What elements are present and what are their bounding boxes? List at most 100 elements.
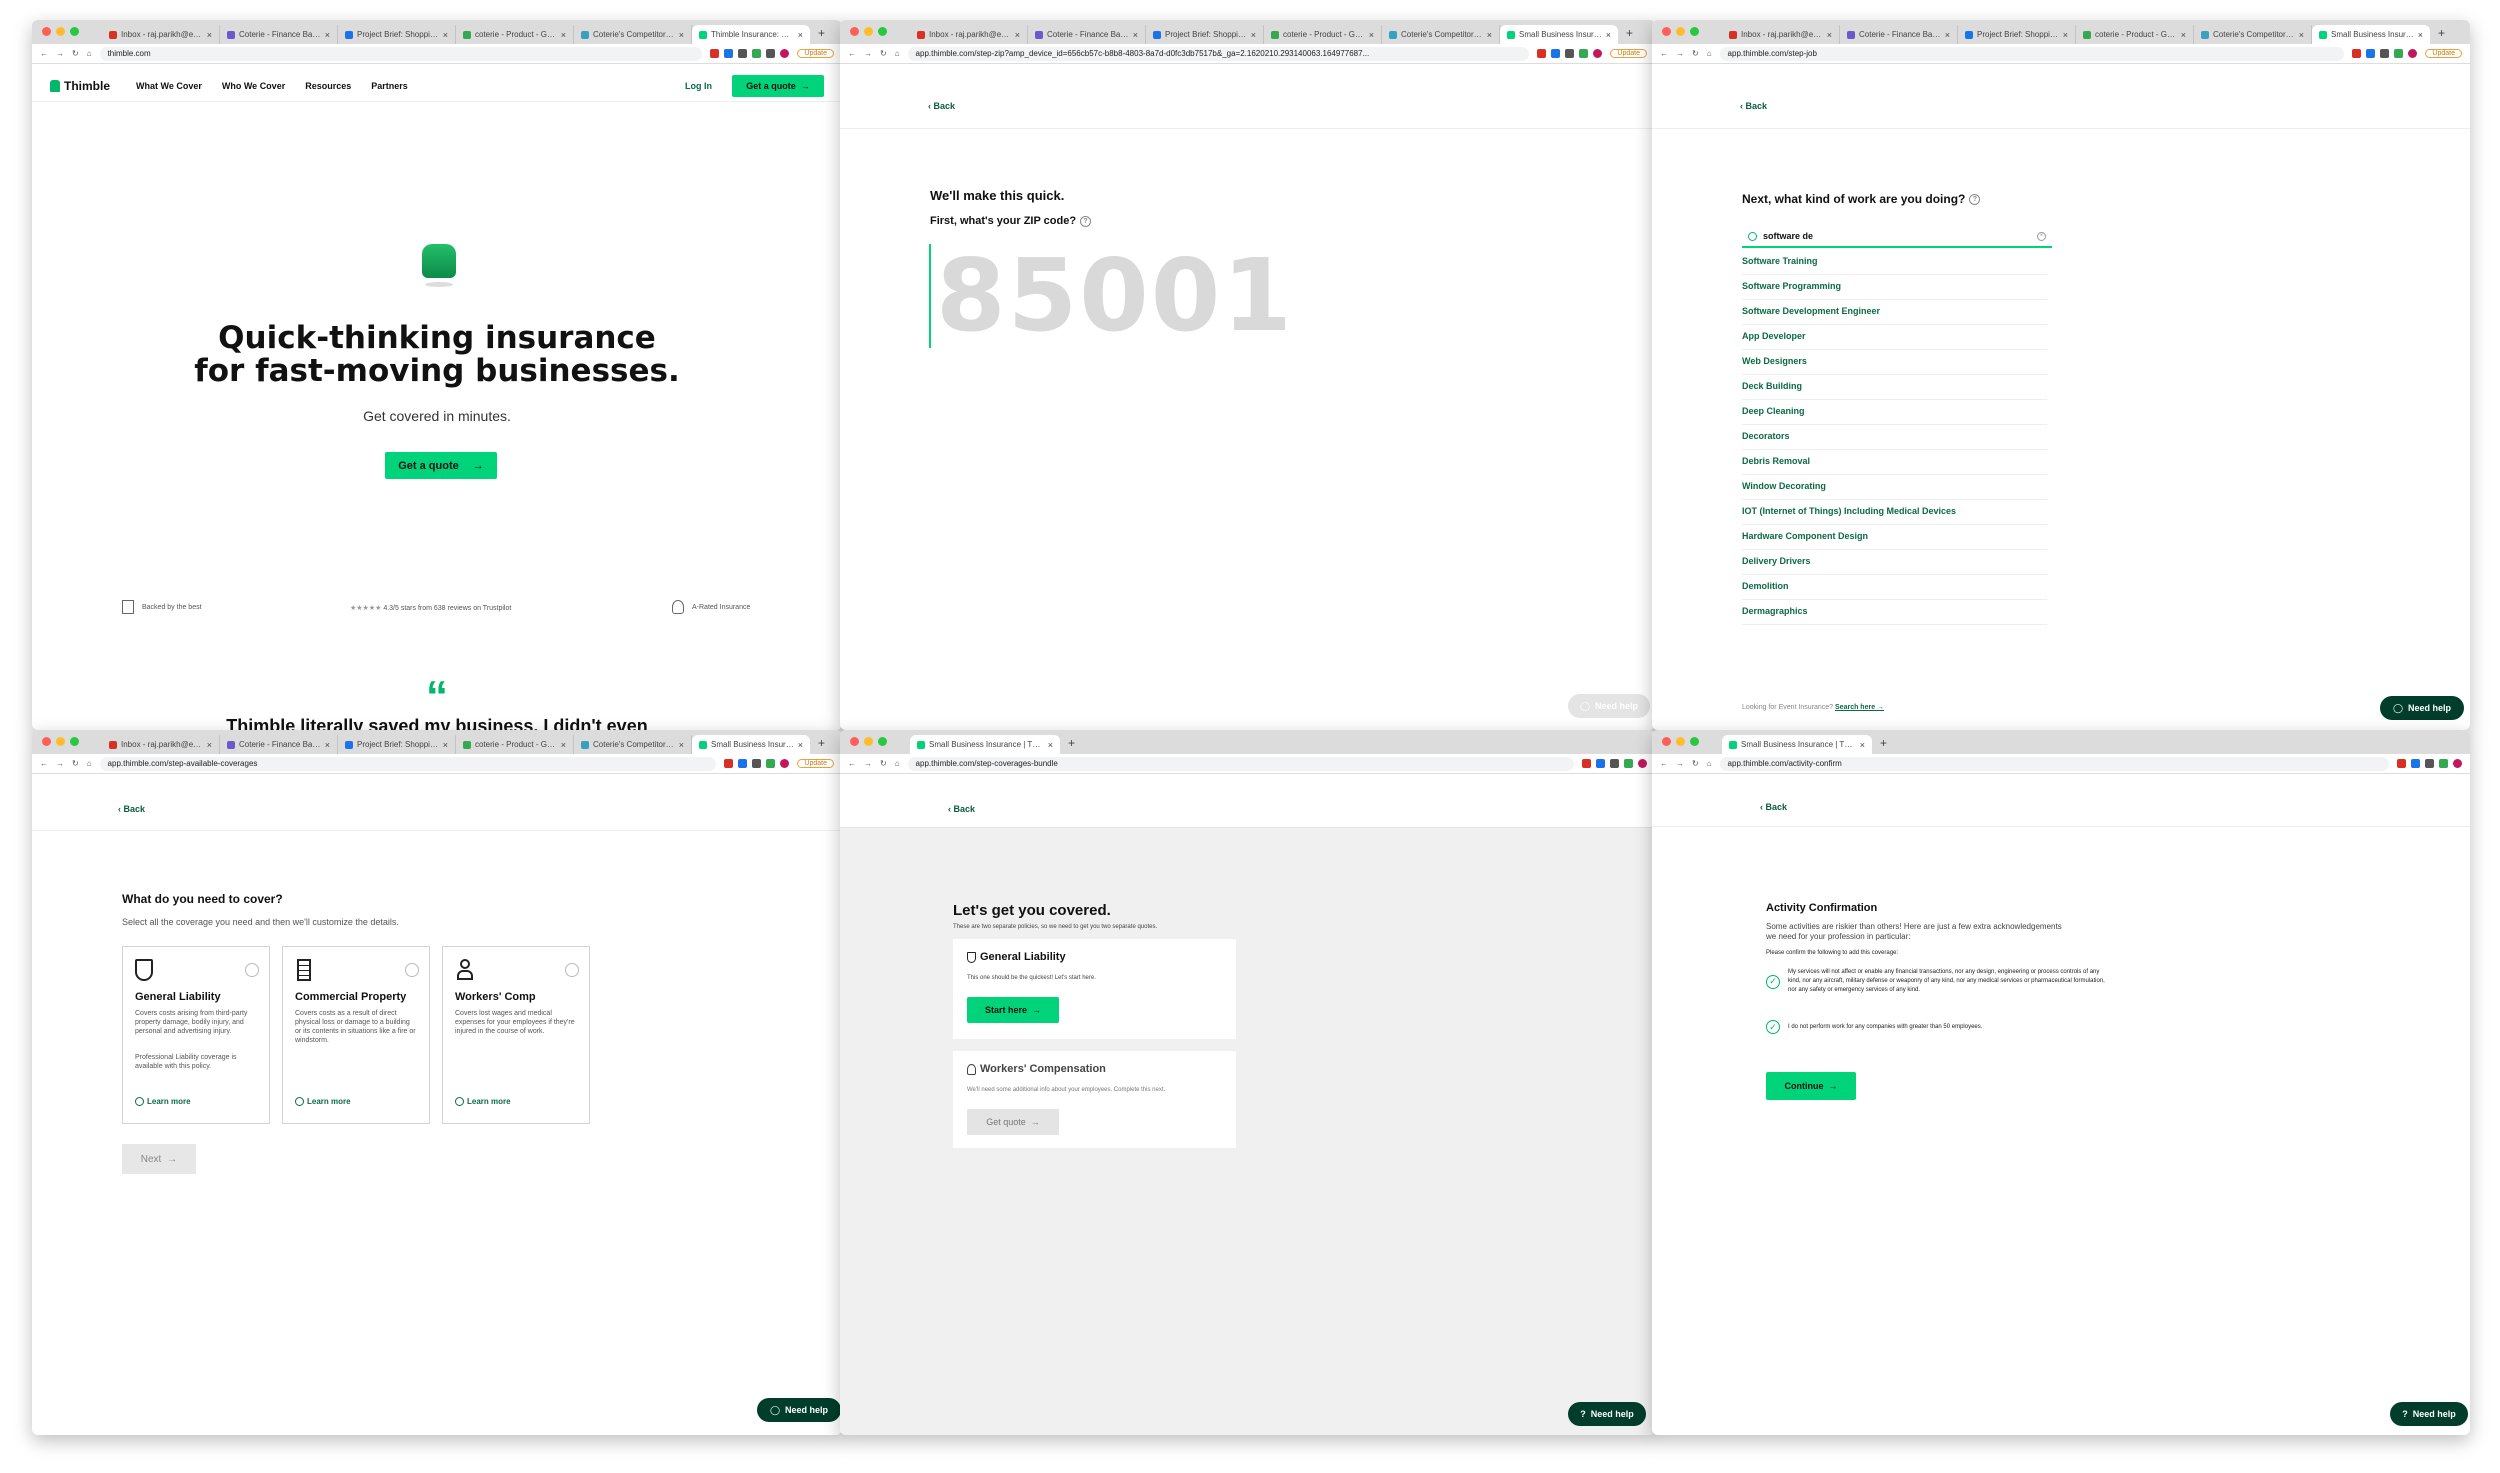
browser-tab-active[interactable]: Thimble Insurance: Onli... × <box>692 25 810 44</box>
back-arrow-icon[interactable]: ← <box>1660 49 1668 58</box>
browser-tab-active[interactable]: Small Business Insurance | Thi... × <box>910 735 1060 754</box>
start-here-button[interactable]: Start here → <box>967 997 1059 1023</box>
new-tab-button[interactable]: + <box>1618 26 1641 44</box>
forward-arrow-icon[interactable]: → <box>864 49 872 58</box>
header-quote-button[interactable]: Get a quote → <box>732 75 824 97</box>
url-field[interactable]: app.thimble.com/step-available-coverages <box>99 756 717 771</box>
home-icon[interactable]: ⌂ <box>87 759 92 768</box>
reload-icon[interactable]: ↻ <box>72 49 79 58</box>
browser-tab[interactable]: Inbox - raj.parikh@embr...× <box>102 25 220 44</box>
coverage-card-general-liability[interactable]: General Liability Covers costs arising f… <box>122 946 270 1124</box>
browser-tab[interactable]: Coterie's Competitors, R...× <box>2194 25 2312 44</box>
browser-tab[interactable]: coterie - Product - Goog...× <box>1264 25 1382 44</box>
coverage-card-commercial-property[interactable]: Commercial Property Covers costs as a re… <box>282 946 430 1124</box>
url-field[interactable]: app.thimble.com/activity-confirm <box>1719 756 2389 771</box>
browser-tab[interactable]: coterie - Product - Goog...× <box>456 735 574 754</box>
url-field[interactable]: thimble.com <box>99 46 703 61</box>
forward-arrow-icon[interactable]: → <box>56 759 64 768</box>
new-tab-button[interactable]: + <box>810 736 833 754</box>
occupation-option[interactable]: Decorators <box>1742 425 2047 450</box>
occupation-option[interactable]: Software Training <box>1742 250 2047 275</box>
occupation-option[interactable]: Hardware Component Design <box>1742 525 2047 550</box>
get-quote-button[interactable]: Get quote → <box>967 1109 1059 1135</box>
new-tab-button[interactable]: + <box>1060 736 1083 754</box>
back-link[interactable]: ‹ Back <box>1760 802 1787 812</box>
update-button[interactable]: Update <box>2425 49 2462 58</box>
reload-icon[interactable]: ↻ <box>1692 49 1699 58</box>
window-controls[interactable] <box>42 27 79 36</box>
window-controls[interactable] <box>850 27 887 36</box>
browser-tab[interactable]: Coterie's Competitors, R...× <box>574 735 692 754</box>
window-controls[interactable] <box>1662 737 1699 746</box>
browser-tab[interactable]: Coterie - Finance Basics × <box>220 735 338 754</box>
home-icon[interactable]: ⌂ <box>895 759 900 768</box>
clear-icon[interactable]: × <box>2037 231 2046 241</box>
job-search-box[interactable]: software de × <box>1742 226 2052 248</box>
browser-tab-active[interactable]: Small Business Insurance...× <box>2312 25 2430 44</box>
info-icon[interactable]: ? <box>1969 193 1981 205</box>
back-arrow-icon[interactable]: ← <box>1660 759 1668 768</box>
reload-icon[interactable]: ↻ <box>880 759 887 768</box>
occupation-option[interactable]: Dermagraphics <box>1742 600 2047 625</box>
browser-tab[interactable]: Inbox - raj.parikh@embr...× <box>102 735 220 754</box>
home-icon[interactable]: ⌂ <box>1707 759 1712 768</box>
browser-tab[interactable]: Coterie's Competitors, R...× <box>1382 25 1500 44</box>
browser-tab[interactable]: Inbox - raj.parikh@embr...× <box>1722 25 1840 44</box>
occupation-option[interactable]: Delivery Drivers <box>1742 550 2047 575</box>
back-arrow-icon[interactable]: ← <box>40 49 48 58</box>
home-icon[interactable]: ⌂ <box>87 49 92 58</box>
back-link[interactable]: ‹ Back <box>1740 101 1767 111</box>
back-link[interactable]: ‹ Back <box>948 804 975 814</box>
occupation-option[interactable]: App Developer <box>1742 325 2047 350</box>
need-help-button[interactable]: ◯ Need help <box>1568 694 1650 718</box>
browser-tab[interactable]: Project Brief: Shopping e...× <box>1146 25 1264 44</box>
browser-tab[interactable]: Coterie's Competitors, R...× <box>574 25 692 44</box>
nav-partners[interactable]: Partners <box>371 81 408 91</box>
select-radio[interactable] <box>245 963 259 977</box>
occupation-option[interactable]: Software Development Engineer <box>1742 300 2047 325</box>
new-tab-button[interactable]: + <box>810 26 833 44</box>
acknowledgement-item[interactable]: ✓ My services will not affect or enable a… <box>1766 968 2106 995</box>
select-radio[interactable] <box>565 963 579 977</box>
nav-resources[interactable]: Resources <box>305 81 351 91</box>
back-arrow-icon[interactable]: ← <box>40 759 48 768</box>
back-arrow-icon[interactable]: ← <box>848 49 856 58</box>
browser-tab[interactable]: coterie - Product - Goog...× <box>456 25 574 44</box>
check-circle-icon[interactable]: ✓ <box>1766 1020 1780 1034</box>
learn-more-link[interactable]: Learn more <box>295 1097 351 1106</box>
learn-more-link[interactable]: Learn more <box>135 1097 191 1106</box>
forward-arrow-icon[interactable]: → <box>56 49 64 58</box>
continue-button[interactable]: Continue → <box>1766 1072 1856 1100</box>
search-here-link[interactable]: Search here → <box>1835 704 1884 711</box>
update-button[interactable]: Update <box>1610 49 1647 58</box>
occupation-option[interactable]: Demolition <box>1742 575 2047 600</box>
need-help-button[interactable]: ◯ Need help <box>757 1398 841 1422</box>
browser-tab[interactable]: Coterie - Finance Basics × <box>1840 25 1958 44</box>
need-help-button[interactable]: ◯ Need help <box>2380 696 2464 720</box>
occupation-option[interactable]: Deck Building <box>1742 375 2047 400</box>
acknowledgement-item[interactable]: ✓ I do not perform work for any companies… <box>1766 1020 2106 1034</box>
browser-tab[interactable]: Inbox - raj.parikh@embr...× <box>910 25 1028 44</box>
url-field[interactable]: app.thimble.com/step-coverages-bundle <box>907 756 1574 771</box>
window-controls[interactable] <box>850 737 887 746</box>
browser-tab-active[interactable]: Small Business Insurance | Thi... × <box>1722 735 1872 754</box>
browser-tab[interactable]: Project Brief: Shopping e...× <box>338 735 456 754</box>
back-link[interactable]: ‹ Back <box>118 804 145 814</box>
browser-tab[interactable]: Coterie - Finance Basics × <box>1028 25 1146 44</box>
occupation-option[interactable]: Software Programming <box>1742 275 2047 300</box>
reload-icon[interactable]: ↻ <box>880 49 887 58</box>
check-circle-icon[interactable]: ✓ <box>1766 974 1780 989</box>
thimble-logo-icon[interactable] <box>50 80 60 92</box>
forward-arrow-icon[interactable]: → <box>864 759 872 768</box>
next-button[interactable]: Next → <box>122 1144 196 1174</box>
forward-arrow-icon[interactable]: → <box>1676 49 1684 58</box>
reload-icon[interactable]: ↻ <box>72 759 79 768</box>
need-help-button[interactable]: ? Need help <box>2390 1402 2468 1426</box>
browser-tab-active[interactable]: Small Business Insurance...× <box>1500 25 1618 44</box>
job-search-input[interactable]: software de <box>1763 231 2031 241</box>
reload-icon[interactable]: ↻ <box>1692 759 1699 768</box>
occupation-option[interactable]: Web Designers <box>1742 350 2047 375</box>
zip-input[interactable]: 85001 <box>936 244 1294 348</box>
logo-text[interactable]: Thimble <box>64 79 110 93</box>
learn-more-link[interactable]: Learn more <box>455 1097 511 1106</box>
